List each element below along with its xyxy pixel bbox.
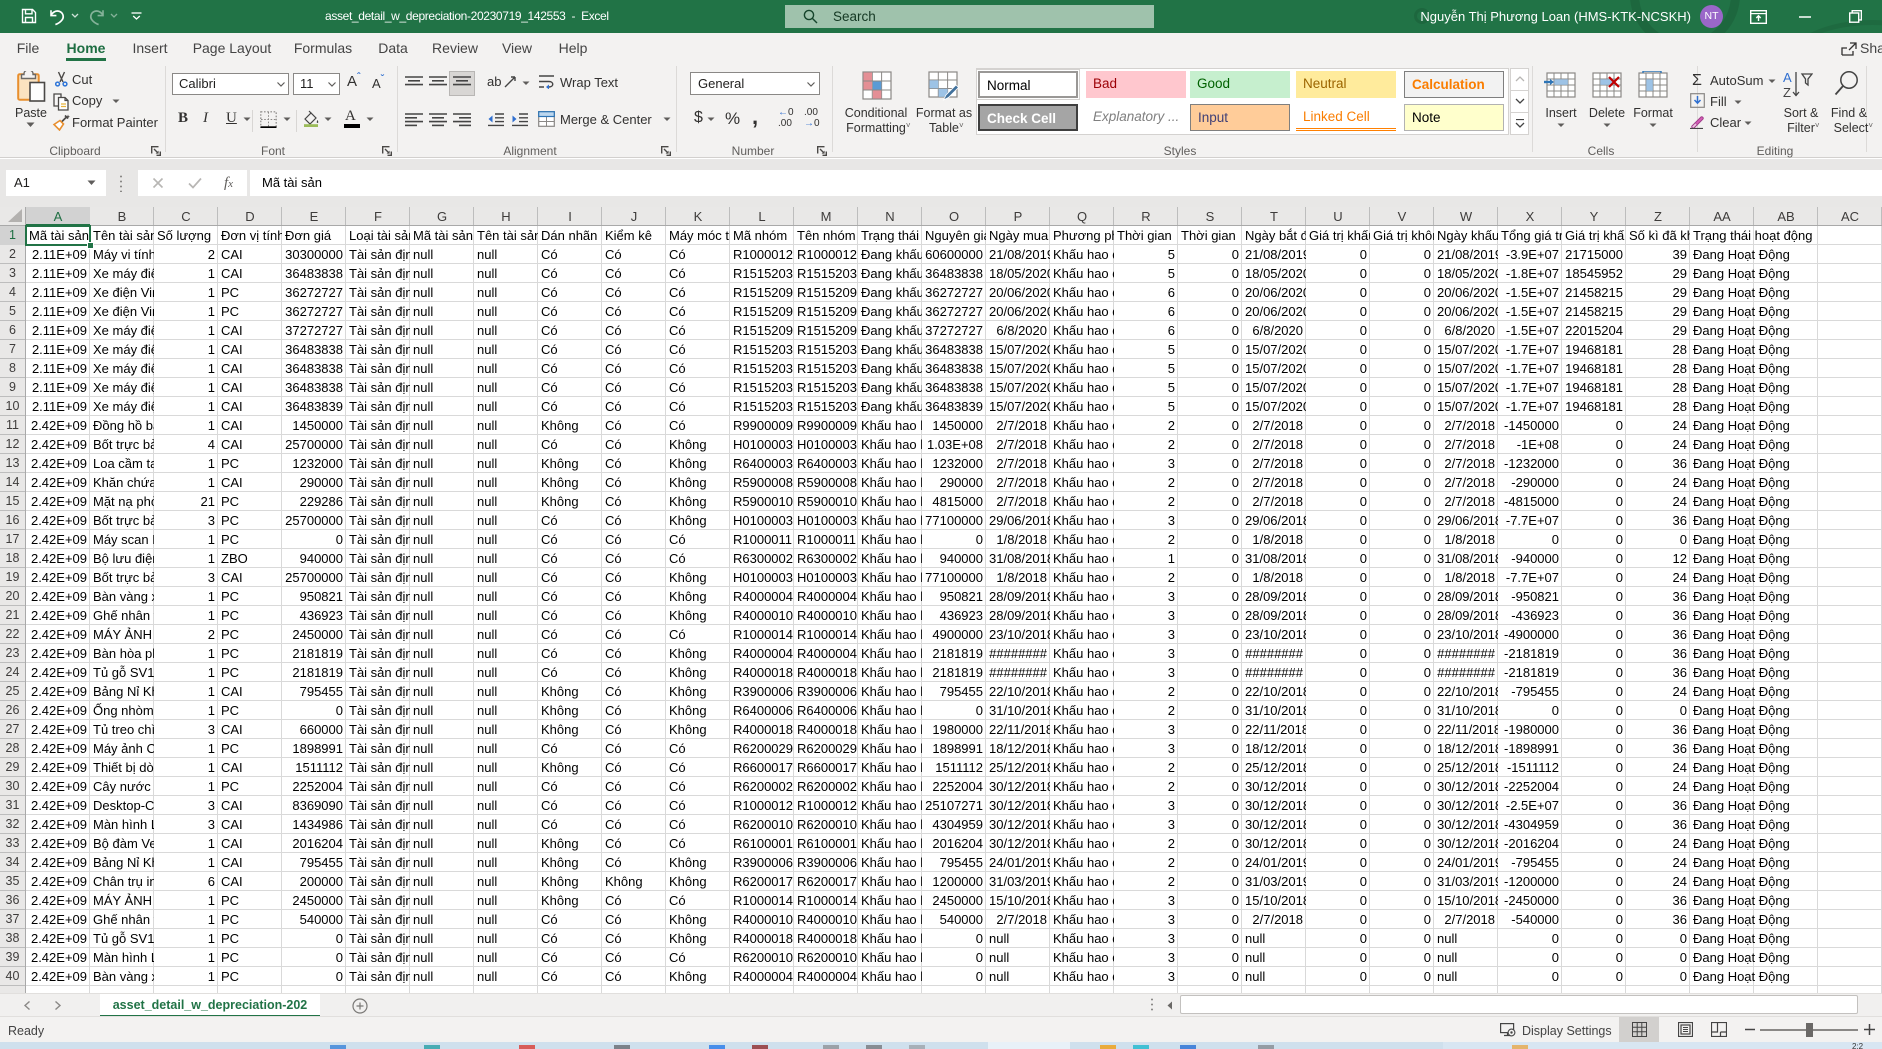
svg-text:Z: Z xyxy=(1783,85,1791,100)
svg-text:A: A xyxy=(1783,70,1792,85)
